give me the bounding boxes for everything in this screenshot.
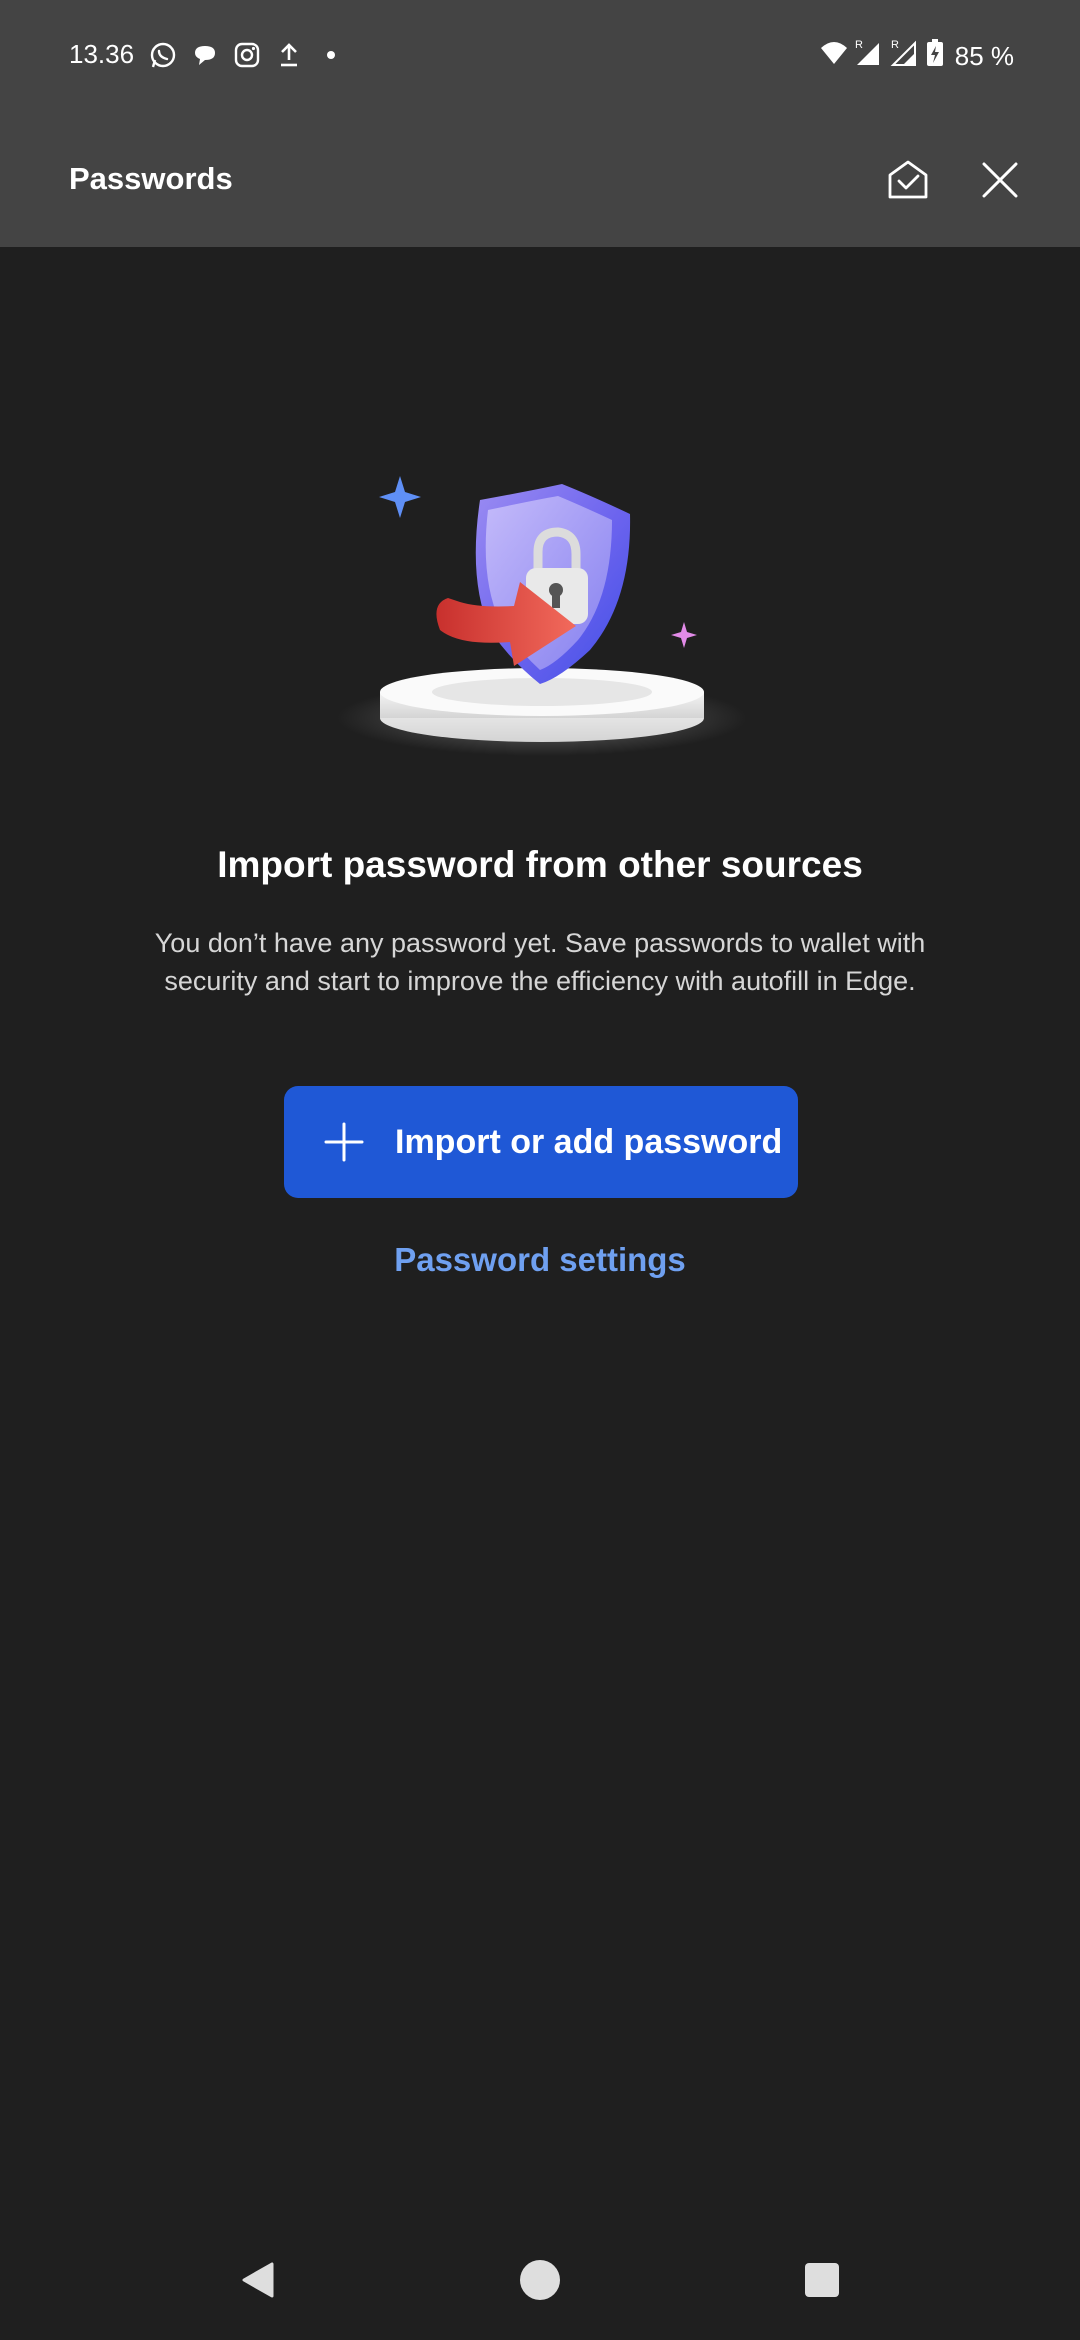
signal-roaming-icon: R bbox=[889, 38, 921, 73]
whatsapp-icon bbox=[142, 39, 184, 71]
svg-text:R: R bbox=[855, 39, 863, 51]
system-icons: R R 85 % bbox=[819, 38, 1014, 73]
status-bar: 13.36 R R 85 % bbox=[0, 0, 1080, 110]
signal-roaming-icon: R bbox=[853, 38, 885, 73]
shield-import-illustration bbox=[337, 476, 747, 756]
password-settings-link[interactable]: Password settings bbox=[0, 1238, 1080, 1282]
close-icon bbox=[982, 162, 1018, 198]
instagram-icon bbox=[226, 39, 268, 71]
import-or-add-password-button[interactable]: Import or add password bbox=[284, 1086, 798, 1198]
import-or-add-password-label: Import or add password bbox=[395, 1123, 783, 1161]
wifi-icon bbox=[819, 38, 849, 73]
home-button[interactable] bbox=[510, 2250, 570, 2310]
system-navigation-bar bbox=[0, 2230, 1080, 2340]
upload-icon bbox=[268, 39, 310, 71]
home-check-button[interactable] bbox=[876, 148, 940, 212]
passwords-screen: 13.36 R R 85 % Passwords Import password… bbox=[0, 0, 1080, 2340]
recents-button[interactable] bbox=[792, 2250, 852, 2310]
dot-icon bbox=[310, 39, 352, 71]
battery-percentage: 85 % bbox=[954, 40, 1014, 71]
empty-state-heading: Import password from other sources bbox=[217, 844, 863, 885]
plus-icon bbox=[324, 1122, 364, 1162]
empty-state-description: You don’t have any password yet. Save pa… bbox=[154, 928, 926, 996]
svg-text:R: R bbox=[891, 39, 899, 51]
status-time: 13.36 bbox=[69, 39, 135, 69]
home-icon bbox=[520, 2260, 560, 2300]
recents-icon bbox=[805, 2263, 839, 2297]
back-icon bbox=[242, 2262, 274, 2298]
app-bar: Passwords bbox=[0, 110, 1080, 247]
battery-charging-icon bbox=[925, 38, 945, 73]
back-button[interactable] bbox=[228, 2250, 288, 2310]
page-title: Passwords bbox=[69, 161, 233, 196]
chat-bubble-icon bbox=[184, 39, 226, 71]
close-button[interactable] bbox=[968, 148, 1032, 212]
home-check-icon bbox=[888, 160, 928, 199]
notification-icons bbox=[142, 39, 352, 71]
